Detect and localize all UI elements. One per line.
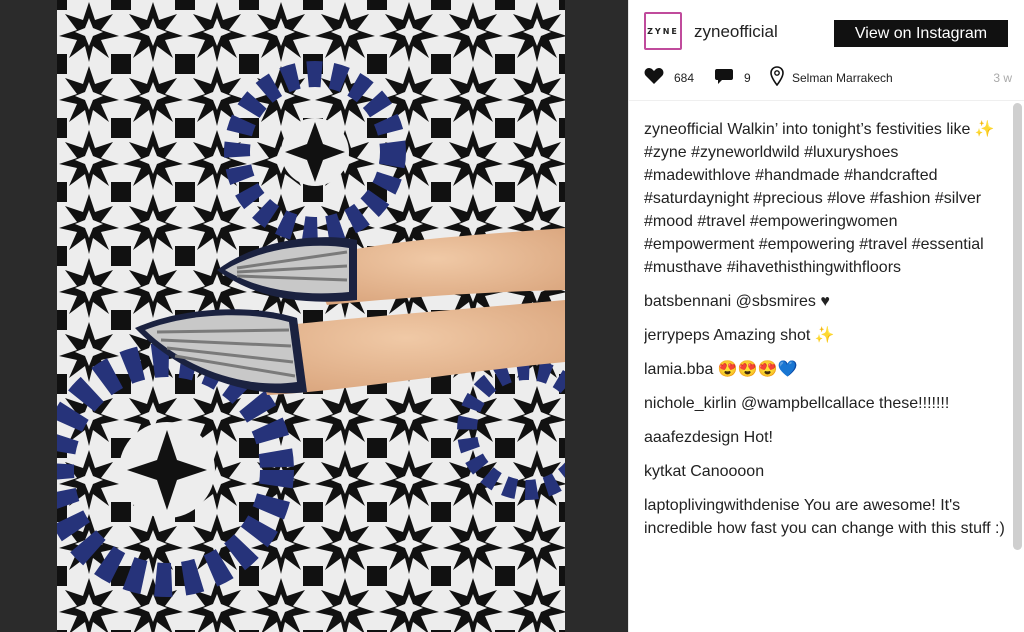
comment-username[interactable]: laptoplivingwithdenise	[644, 497, 800, 514]
comments-scrollbar[interactable]	[1013, 103, 1022, 550]
post-stats: 684 9 Selman Marrakech 3 w	[644, 65, 1014, 91]
location-stat[interactable]: Selman Marrakech	[770, 65, 893, 91]
comments-stat[interactable]: 9	[714, 68, 751, 88]
comment-username[interactable]: batsbennani	[644, 293, 731, 310]
username-link[interactable]: zyneofficial	[694, 22, 778, 42]
comment-item: aaafezdesign Hot!	[644, 426, 1006, 449]
comment-username[interactable]: jerrypeps	[644, 327, 710, 344]
likes-count: 684	[674, 71, 695, 85]
location-name: Selman Marrakech	[792, 71, 893, 85]
post-details-panel: ZYNE zyneofficial View on Instagram 684 …	[628, 0, 1024, 632]
post-caption: zyneofficial Walkin’ into tonight’s fest…	[644, 118, 1006, 279]
view-on-instagram-button[interactable]: View on Instagram	[834, 20, 1008, 47]
comments-count: 9	[744, 71, 751, 85]
comment-item: jerrypeps Amazing shot ✨	[644, 324, 1006, 347]
comment-username[interactable]: nichole_kirlin	[644, 395, 737, 412]
comment-text: Amazing shot ✨	[713, 327, 835, 344]
comment-item: laptoplivingwithdenise You are awesome! …	[644, 494, 1006, 540]
comment-username[interactable]: kytkat	[644, 463, 686, 480]
comment-item: batsbennani @sbsmires ♥	[644, 290, 1006, 313]
comment-text: Canoooon	[690, 463, 765, 480]
post-header: ZYNE zyneofficial View on Instagram 684 …	[629, 0, 1024, 101]
tiled-floor-image	[57, 0, 565, 632]
panel-footer	[629, 598, 1024, 632]
comment-text: Hot!	[743, 429, 773, 446]
caption-text: Walkin’ into tonight’s festivities like …	[727, 121, 995, 138]
comment-item: lamia.bba 😍😍😍💙	[644, 358, 1006, 381]
comment-text: @wampbellcallace these!!!!!!!	[740, 395, 950, 412]
post-photo	[57, 0, 565, 632]
caption-username[interactable]: zyneofficial	[644, 121, 723, 138]
comment-item: nichole_kirlin @wampbellcallace these!!!…	[644, 392, 1006, 415]
likes-stat[interactable]: 684	[644, 67, 695, 90]
comment-text: @sbsmires ♥	[735, 293, 830, 310]
heart-icon	[644, 67, 664, 90]
comment-icon	[714, 67, 734, 90]
post-time: 3 w	[993, 71, 1012, 85]
caption-hashtags[interactable]: #zyne #zyneworldwild #luxuryshoes #madew…	[644, 141, 1006, 279]
avatar[interactable]: ZYNE	[644, 12, 682, 50]
comment-username[interactable]: lamia.bba	[644, 361, 713, 378]
comments-list[interactable]: zyneofficial Walkin’ into tonight’s fest…	[644, 118, 1006, 598]
comment-item: kytkat Canoooon	[644, 460, 1006, 483]
location-pin-icon	[770, 65, 784, 91]
comment-username[interactable]: aaafezdesign	[644, 429, 739, 446]
comment-text: 😍😍😍💙	[717, 361, 798, 378]
